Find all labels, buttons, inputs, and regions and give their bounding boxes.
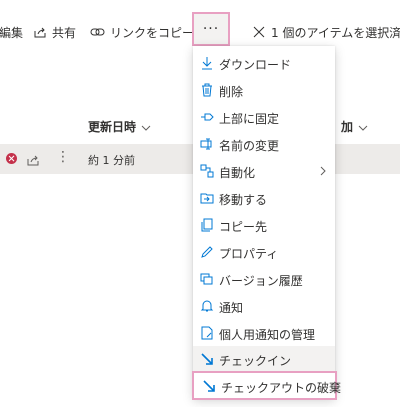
chevron-down-icon [358,120,368,134]
download-icon [200,56,214,70]
link-icon [90,25,105,39]
menu-item-delete[interactable]: 削除 [193,77,335,103]
edit-label: 編集 [0,25,24,40]
properties-icon [200,245,214,259]
check-in-icon [200,352,214,366]
menu-item-manage-alerts[interactable]: 個人用通知の管理 [193,320,335,346]
selection-count-label: 1 個のアイテムを選択済み [271,25,400,40]
menu-item-label: 通知 [219,301,244,315]
menu-item-discard-checkout[interactable]: チェックアウトの破棄 [192,371,341,400]
menu-item-label: チェックイン [219,354,292,368]
row-more-icon[interactable]: ⋮ [56,150,70,164]
copy-link-button[interactable]: リンクをコピー [90,22,194,42]
menu-item-pin-to-top[interactable]: 上部に固定 [193,104,335,130]
menu-item-label: 上部に固定 [219,112,280,126]
menu-item-label: 個人用通知の管理 [219,328,316,342]
chevron-right-icon [320,165,326,179]
menu-item-label: バージョン履歴 [219,274,303,288]
more-icon: ··· [202,21,220,37]
manage-alerts-icon [200,326,214,340]
column-header-modified-label: 更新日時 [88,120,137,134]
menu-item-download[interactable]: ダウンロード [193,50,335,76]
edit-button[interactable]: 編集 [0,22,23,42]
menu-item-label: 自動化 [219,166,256,180]
menu-item-move-to[interactable]: 移動する [193,185,335,211]
delete-icon [200,83,214,97]
copy-icon [200,218,214,232]
share-button[interactable]: 共有 [33,22,76,42]
automate-icon [200,164,214,178]
close-icon [252,25,266,39]
bell-icon [200,299,214,313]
menu-item-rename[interactable]: 名前の変更 [193,131,335,157]
menu-item-label: ダウンロード [219,58,292,72]
more-actions-button[interactable]: ··· [192,12,230,46]
menu-item-label: チェックアウトの破棄 [221,381,342,395]
move-icon [200,191,214,205]
menu-item-copy-to[interactable]: コピー先 [193,212,335,238]
menu-item-version-history[interactable]: バージョン履歴 [193,266,335,292]
discard-checkout-icon [202,379,216,393]
menu-item-alert-me[interactable]: 通知 [193,293,335,319]
rename-icon [200,137,214,151]
version-history-icon [200,272,214,286]
column-header-modified[interactable]: 更新日時 [88,118,151,135]
more-actions-menu: ダウンロード 削除 上部に固定 名前の変更 自動化 移動する コピー先 プロパテ… [192,46,341,400]
chevron-down-icon [141,120,151,134]
row-modified-cell: 約 1 分前 [88,154,135,167]
menu-item-check-in[interactable]: チェックイン [193,346,335,372]
menu-item-label: 名前の変更 [219,139,280,153]
menu-item-label: コピー先 [219,220,268,234]
menu-item-label: プロパティ [219,247,279,261]
menu-item-properties[interactable]: プロパティ [193,239,335,265]
checked-out-error-icon [6,153,17,164]
pin-icon [200,110,214,124]
share-icon [33,25,47,39]
menu-item-label: 削除 [219,85,244,99]
menu-item-automate[interactable]: 自動化 [193,158,335,184]
column-header-added[interactable]: 加 [341,118,368,135]
share-label: 共有 [52,25,77,40]
copy-link-label: リンクをコピー [110,25,195,40]
clear-selection-button[interactable]: 1 個のアイテムを選択済み [252,22,400,42]
menu-item-label: 移動する [219,193,268,207]
row-share-icon[interactable] [26,152,40,171]
column-header-added-label: 加 [341,120,354,134]
